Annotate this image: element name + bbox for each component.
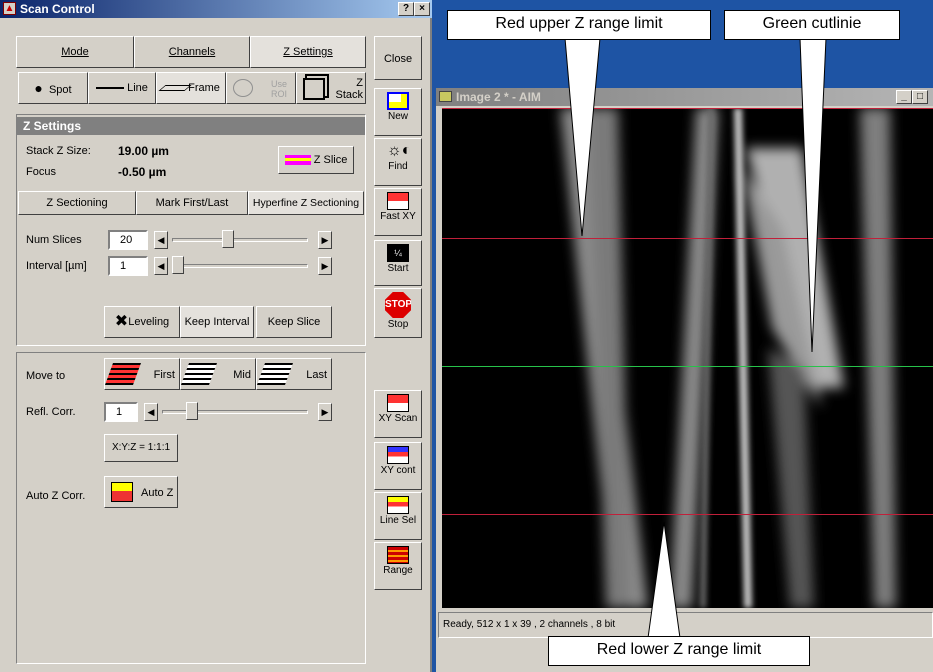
green-pointer bbox=[799, 37, 827, 353]
callout-red-upper: Red upper Z range limit bbox=[447, 10, 711, 40]
lower-pointer bbox=[647, 521, 681, 639]
upper-pointer bbox=[564, 37, 601, 237]
callout-pointers bbox=[564, 37, 827, 639]
callout-red-lower: Red lower Z range limit bbox=[548, 636, 810, 666]
callout-green-cutline: Green cutlinie bbox=[724, 10, 900, 40]
